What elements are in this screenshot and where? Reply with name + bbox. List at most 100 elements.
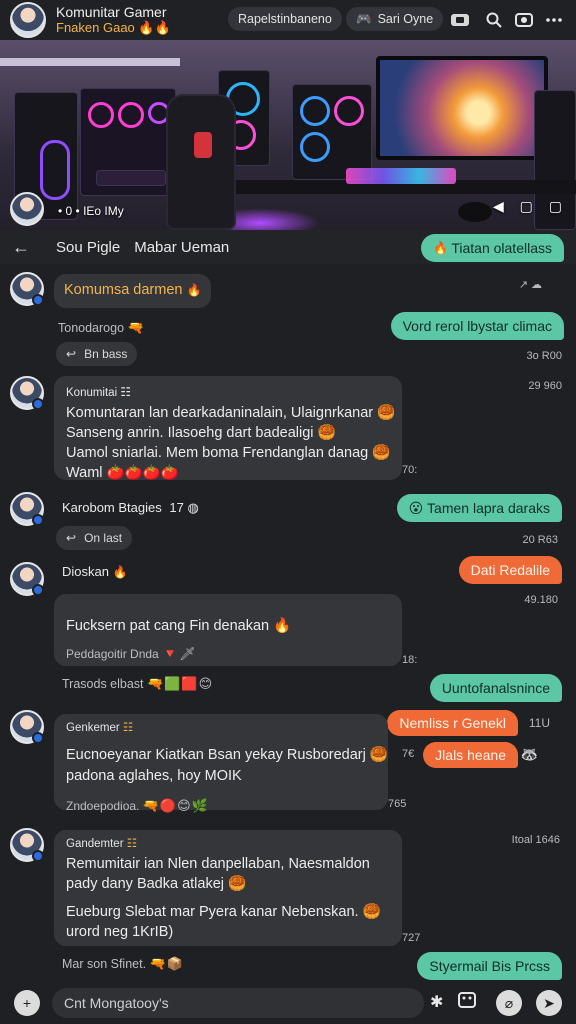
badge-icon: ☷ (126, 838, 138, 850)
banner-fan-8 (300, 132, 330, 162)
reaction-chip-label: On last (84, 531, 123, 545)
sender-name: Dioskan 🔥 (62, 564, 128, 579)
outgoing-message[interactable]: 😮 Tamen lapra daraks (396, 494, 562, 522)
avatar[interactable] (10, 562, 44, 596)
message-line-text: Fucksern pat cang Fin denakan (66, 618, 270, 634)
message-input-placeholder: Cnt Mongatooy's (64, 995, 169, 1011)
reaction-chip[interactable]: ↩ On last (56, 526, 133, 550)
message-line: pady dany Badka atlakej 🥮 (66, 876, 247, 892)
message-line-text: urord neg 1KrIB) (66, 924, 174, 940)
banner-fan-7 (334, 96, 364, 126)
message-composer: + Cnt Mongatooy's ✱ ⌀ ➤ (0, 980, 576, 1024)
incoming-message[interactable]: Gandemter ☷ Remumitair ian Nlen danpella… (54, 830, 402, 946)
message-caption-text: Trasods elbast (62, 677, 144, 691)
avatar[interactable] (10, 492, 44, 526)
message-caption: Zndoepodioa. 🔫🔴😊🌿 (66, 795, 376, 817)
coin-icon: ◍ (187, 500, 199, 515)
banner-action-icons[interactable]: ◀ ▢ ▢ (493, 198, 568, 215)
sticker-icons: 🔫📦 (149, 956, 184, 971)
sender-name-text: Gandemter (66, 838, 124, 850)
message-caption-text: Mar son Sfinet. (62, 957, 147, 971)
message-line-text: pady dany Badka atlakej (66, 876, 224, 892)
sticker-icon[interactable] (458, 992, 476, 1013)
sender-name: Genkemer ☷ (66, 718, 376, 739)
community-title: Komunitar Gamer (56, 4, 167, 21)
attach-button[interactable]: ⌀ (496, 990, 522, 1016)
message-line-text: padona aglahes, hoy MOIK (66, 768, 242, 784)
sticker-icons: 🔫🔴😊🌿 (142, 798, 209, 813)
banner-chair (166, 94, 236, 230)
fire-icon: 🔥 (433, 241, 452, 255)
top-bar: Komunitar Gamer Fnaken Gaao 🔥🔥 Rapelstin… (0, 0, 576, 40)
message-count: 17 (169, 500, 184, 515)
community-banner: • 0 • IEo IMy ◀ ▢ ▢ (0, 40, 576, 230)
message-line: Remumitair ian Nlen danpellaban, Naesmal… (66, 854, 390, 874)
sender-name-text: Dioskan (62, 564, 109, 579)
badge-icon: ☷ (120, 385, 132, 399)
filter-pill-2[interactable]: 🎮 Sari Oyne (346, 7, 444, 31)
outgoing-message[interactable]: Uuntofanalsnince (429, 674, 562, 702)
incoming-message[interactable]: Fucksern pat cang Fin denakan 🔥 Peddagoi… (54, 594, 402, 666)
plus-icon: + (22, 995, 32, 1011)
add-attachment-button[interactable]: + (14, 990, 40, 1016)
avatar[interactable] (10, 710, 44, 744)
message-caption: Trasods elbast 🔫🟩🟥😊 (62, 676, 213, 692)
puzzle-icon[interactable]: ✱ (430, 992, 443, 1012)
outgoing-message[interactable]: Styermail Bis Prcss (417, 952, 562, 980)
gallery-icon[interactable] (512, 8, 536, 32)
sticker-icons: 🔻🗡 (162, 646, 197, 661)
incoming-message[interactable]: Genkemer ☷ Eucnoeyanar Kiatkan Bsan yeka… (54, 714, 388, 813)
reaction-icon: 🦝 (520, 746, 538, 762)
reaction-chip[interactable]: ↩ Bn bass (56, 342, 138, 366)
sender-name: Karobom Btagies 17 ◍ (62, 500, 199, 516)
message-time: Itoal 1646 (511, 834, 560, 846)
banner-member-avatar[interactable] (10, 192, 44, 226)
reply-icon: ↩ (66, 347, 77, 361)
incoming-message[interactable]: Konumitai ☷ Komuntaran lan dearkadaninal… (54, 376, 402, 481)
message-caption: Tonodarogo 🔫 (58, 320, 145, 336)
gamepad-icon: 🎮 (356, 11, 372, 26)
outgoing-message[interactable]: 🔥 Tiatan olatellass (421, 234, 564, 262)
filter-pill-1-label: Rapelstinbaneno (238, 12, 332, 26)
outgoing-message[interactable]: Jlals heane (423, 742, 518, 768)
send-button[interactable]: ➤ (536, 990, 562, 1016)
back-arrow-icon[interactable]: ← (12, 237, 32, 258)
message-time: 29 960 (528, 380, 562, 392)
chat-subtitle[interactable]: Mabar Ueman (134, 239, 229, 256)
fire-icon: 🔥 (186, 283, 202, 297)
video-icon[interactable] (448, 8, 472, 32)
message-caption-text: Peddagoitir Dnda (66, 647, 159, 661)
avatar[interactable] (10, 272, 44, 306)
paperclip-icon: ⌀ (504, 994, 514, 1011)
message-time: 70: (402, 464, 418, 476)
banner-fan-1 (88, 102, 114, 128)
outgoing-message[interactable]: Dati Redalile (458, 556, 562, 584)
avatar[interactable] (10, 828, 44, 862)
sender-name: Konumitai ☷ (66, 382, 390, 403)
filter-pill-2-label: Sari Oyne (377, 12, 434, 26)
filter-pill-1[interactable]: Rapelstinbaneno (228, 7, 342, 31)
message-input[interactable]: Cnt Mongatooy's (52, 988, 424, 1018)
message-line-text: Komuntaran lan dearkadaninalain, Ulaignr… (66, 405, 374, 421)
message-line-text: Sanseng anrin. Ilasoehg dart badealigi (66, 425, 314, 441)
outgoing-message-text: Tiatan olatellass (451, 240, 552, 256)
message-time: 765 (388, 798, 407, 810)
chat-title[interactable]: Sou Pigle (56, 239, 120, 256)
avatar[interactable] (10, 376, 44, 410)
banner-fan-2 (118, 102, 144, 128)
banner-keyboard (346, 168, 456, 184)
message-line: Sanseng anrin. Ilasoehg dart badealigi 🥮 (66, 425, 336, 441)
chat-thread[interactable]: 🔥 Tiatan olatellass Komumsa darmen 🔥 ↗ ☁… (0, 234, 576, 980)
community-avatar[interactable] (10, 2, 46, 38)
message-line: Uamol sniarlai. Mem boma Frendanglan dan… (66, 445, 391, 461)
outgoing-message[interactable]: Nemliss r Genekl (387, 710, 518, 736)
community-title-block[interactable]: Komunitar Gamer Fnaken Gaao 🔥🔥 (56, 4, 171, 35)
fire-icon: 🔥🔥 (138, 19, 171, 35)
outgoing-message[interactable]: Vord rerol lbystar climac (390, 312, 564, 340)
sender-name-text: Karobom Btagies (62, 500, 162, 515)
incoming-message[interactable]: Komumsa darmen 🔥 (54, 274, 212, 308)
more-icon[interactable] (542, 8, 566, 32)
sticker-icons: 🍅🍅🍅🍅 (106, 465, 179, 481)
search-icon[interactable] (482, 8, 506, 32)
sticker-icons: 🔫 (127, 320, 145, 335)
